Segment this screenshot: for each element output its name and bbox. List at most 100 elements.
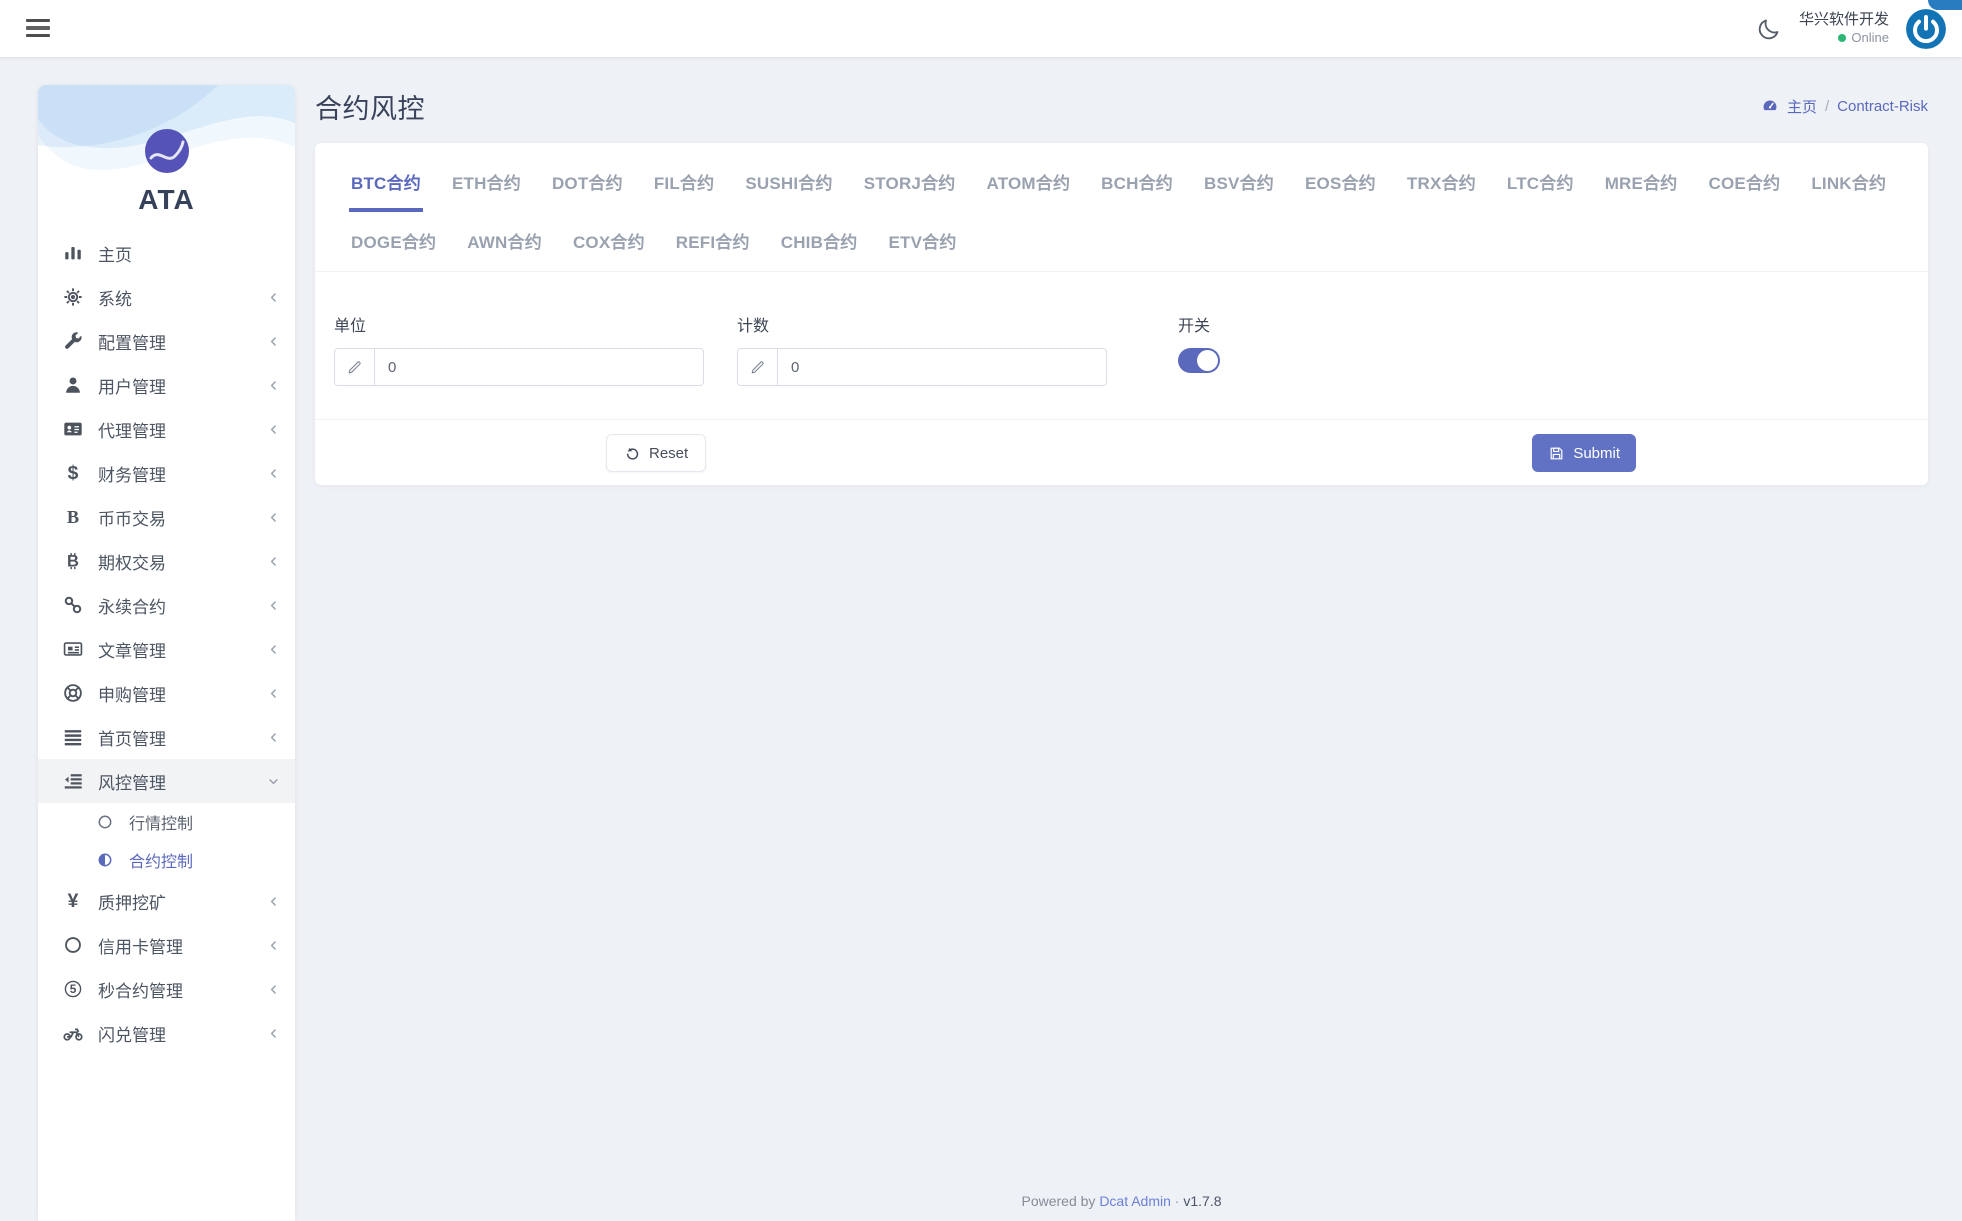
pencil-icon [335, 349, 375, 385]
svg-text:B: B [67, 507, 79, 527]
outdent-icon [62, 770, 84, 792]
count-input[interactable] [778, 349, 1106, 385]
tab-eos-contract[interactable]: EOS合约 [1303, 153, 1378, 212]
sidebar-item-risk-control[interactable]: 风控管理 [38, 759, 295, 803]
sidebar-item-agents[interactable]: 代理管理 [38, 407, 295, 451]
save-icon [1548, 445, 1565, 462]
tab-coe-contract[interactable]: COE合约 [1706, 153, 1782, 212]
user-status: Online [1799, 30, 1889, 46]
sidebar-item-label: 秒合约管理 [98, 977, 266, 1002]
sidebar-item-flash-swap[interactable]: 闪兑管理 [38, 1011, 295, 1055]
chevron-left-icon [266, 982, 281, 997]
chevron-left-icon [266, 598, 281, 613]
page-title: 合约风控 [315, 87, 425, 126]
contract-risk-card: BTC合约 ETH合约 DOT合约 FIL合约 SUSHI合约 STORJ合约 ATOM合约… [315, 143, 1928, 485]
tab-cox-contract[interactable]: COX合约 [571, 212, 647, 271]
tab-row-2: DOGE合约 AWN合约 COX合约 REFI合约 CHIB合约 ETV合约 [349, 212, 1894, 271]
powered-by-text: Powered by [1021, 1193, 1095, 1209]
chevron-left-icon [266, 378, 281, 393]
tab-link-contract[interactable]: LINK合约 [1809, 153, 1888, 212]
sidebar: ATA 主页系统配置管理用户管理代理管理$财务管理 B 币币交易 B 期权交易永续合约文… [38, 85, 295, 1221]
navbar-right-cluster: 华兴软件开发 Online [1756, 0, 1946, 57]
chevron-left-icon [266, 510, 281, 525]
tab-dot-contract[interactable]: DOT合约 [550, 153, 625, 212]
sidebar-item-homepage[interactable]: 首页管理 [38, 715, 295, 759]
sidebar-item-seconds-contract[interactable]: 5秒合约管理 [38, 967, 295, 1011]
sidebar-subitem-market-control[interactable]: 行情控制 [38, 803, 295, 841]
hamburger-menu-icon[interactable] [26, 17, 50, 39]
chevron-left-icon [266, 554, 281, 569]
count-label: 计数 [737, 312, 1107, 336]
tab-trx-contract[interactable]: TRX合约 [1405, 153, 1478, 212]
sidebar-item-config[interactable]: 配置管理 [38, 319, 295, 363]
tab-storj-contract[interactable]: STORJ合约 [862, 153, 958, 212]
sidebar-item-articles[interactable]: 文章管理 [38, 627, 295, 671]
form-footer: Reset Submit [315, 419, 1928, 485]
switch-toggle[interactable] [1178, 348, 1220, 373]
tab-mre-contract[interactable]: MRE合约 [1603, 153, 1680, 212]
sidebar-item-system[interactable]: 系统 [38, 275, 295, 319]
tab-doge-contract[interactable]: DOGE合约 [349, 212, 438, 271]
breadcrumb: 主页 / Contract-Risk [1761, 96, 1928, 117]
sidebar-subitem-contract-control[interactable]: 合约控制 [38, 841, 295, 879]
tab-awn-contract[interactable]: AWN合约 [465, 212, 544, 271]
tab-refi-contract[interactable]: REFI合约 [674, 212, 752, 271]
bars-icon [62, 726, 84, 748]
sidebar-item-spot-trade[interactable]: B 币币交易 [38, 495, 295, 539]
dcat-admin-link[interactable]: Dcat Admin [1099, 1193, 1171, 1209]
sidebar-item-options-trade[interactable]: B 期权交易 [38, 539, 295, 583]
chevron-left-icon [266, 938, 281, 953]
sidebar-item-label: 永续合约 [98, 593, 266, 618]
count-input-group [737, 348, 1107, 386]
brand-logo-icon[interactable] [145, 129, 189, 173]
chevron-left-icon [266, 730, 281, 745]
tab-atom-contract[interactable]: ATOM合约 [984, 153, 1072, 212]
tab-sushi-contract[interactable]: SUSHI合约 [743, 153, 834, 212]
sidebar-item-users[interactable]: 用户管理 [38, 363, 295, 407]
chevron-left-icon [266, 422, 281, 437]
brand-name: ATA [38, 184, 295, 216]
sidebar-item-finance[interactable]: $财务管理 [38, 451, 295, 495]
unit-input[interactable] [375, 349, 703, 385]
chart-bar-icon [62, 242, 84, 264]
sidebar-menu: 主页系统配置管理用户管理代理管理$财务管理 B 币币交易 B 期权交易永续合约文章管理申… [38, 231, 295, 1221]
corner-accent [1928, 0, 1962, 10]
sidebar-item-label: 系统 [98, 285, 266, 310]
sidebar-item-subscription[interactable]: 申购管理 [38, 671, 295, 715]
tab-btc-contract[interactable]: BTC合约 [349, 153, 423, 212]
bitcoin-icon: B [62, 550, 84, 572]
count-field: 计数 [737, 312, 1107, 386]
sidebar-item-staking[interactable]: ¥ 质押挖矿 [38, 879, 295, 923]
unit-input-group [334, 348, 704, 386]
letter-b-icon: B [62, 506, 84, 528]
submit-button[interactable]: Submit [1532, 434, 1636, 472]
tab-etv-contract[interactable]: ETV合约 [886, 212, 958, 271]
reset-button[interactable]: Reset [606, 434, 706, 472]
svg-text:$: $ [68, 463, 79, 484]
svg-text:¥: ¥ [68, 891, 79, 912]
sidebar-item-label: 质押挖矿 [98, 889, 266, 914]
user-avatar[interactable] [1906, 9, 1946, 49]
sidebar-item-label: 币币交易 [98, 505, 266, 530]
tab-eth-contract[interactable]: ETH合约 [450, 153, 523, 212]
tab-fil-contract[interactable]: FIL合约 [652, 153, 717, 212]
dark-mode-moon-icon[interactable] [1756, 16, 1782, 42]
chevron-left-icon [266, 1026, 281, 1041]
tab-bsv-contract[interactable]: BSV合约 [1202, 153, 1276, 212]
sidebar-item-label: 首页管理 [98, 725, 266, 750]
tab-chib-contract[interactable]: CHIB合约 [779, 212, 860, 271]
breadcrumb-current[interactable]: Contract-Risk [1837, 98, 1928, 115]
sidebar-item-credit-card[interactable]: 信用卡管理 [38, 923, 295, 967]
breadcrumb-home-link[interactable]: 主页 [1787, 96, 1817, 117]
half-circle-icon [96, 851, 114, 869]
page-header: 合约风控 主页 / Contract-Risk [315, 85, 1928, 127]
tab-bch-contract[interactable]: BCH合约 [1099, 153, 1175, 212]
life-ring-icon [62, 682, 84, 704]
sidebar-item-home[interactable]: 主页 [38, 231, 295, 275]
chevron-left-icon [266, 642, 281, 657]
user-menu[interactable]: 华兴软件开发 Online [1799, 11, 1889, 46]
tab-ltc-contract[interactable]: LTC合约 [1505, 153, 1576, 212]
sidebar-item-perpetual[interactable]: 永续合约 [38, 583, 295, 627]
sidebar-item-label: 期权交易 [98, 549, 266, 574]
sidebar-item-label: 风控管理 [98, 769, 266, 794]
